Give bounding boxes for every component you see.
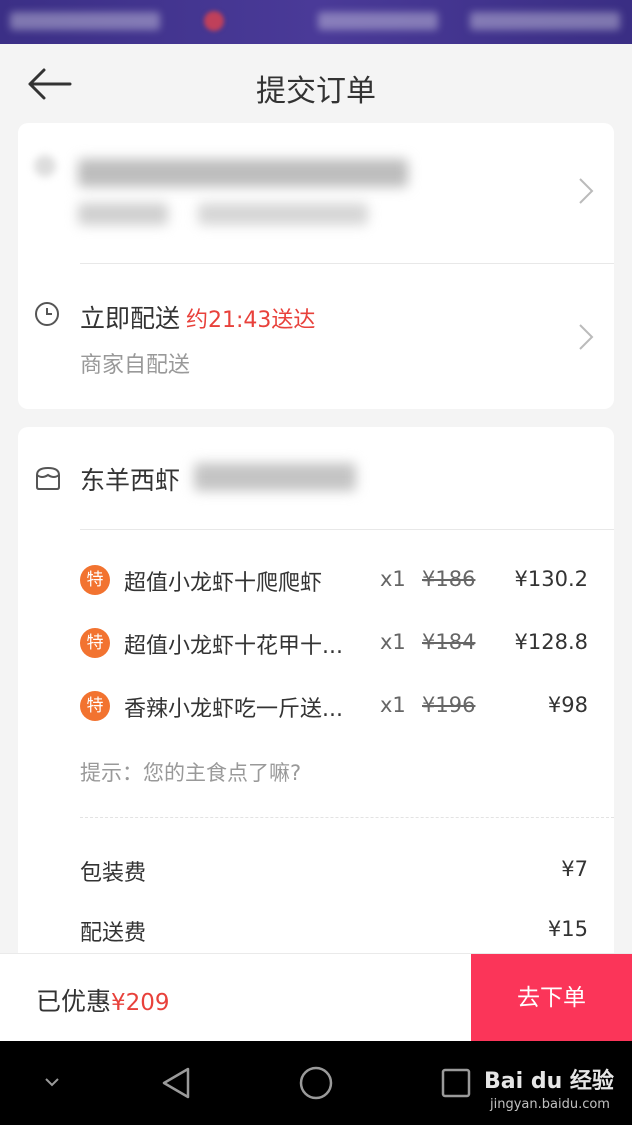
status-blur xyxy=(470,12,620,30)
watermark-brand: Bai du 经验 xyxy=(484,1069,614,1094)
item-qty: x1 xyxy=(380,693,406,717)
special-badge: 特 xyxy=(80,565,110,595)
delivery-fee-value: ¥15 xyxy=(547,917,588,941)
dashed-divider xyxy=(80,817,614,818)
item-price: ¥128.8 xyxy=(514,630,588,654)
order-card: 东羊西虾 特 超值小龙虾十爬爬虾 x1 ¥186 ¥130.2 特 超值小龙虾十… xyxy=(18,427,614,967)
delivery-sub: 商家自配送 xyxy=(80,353,191,378)
delivery-label: 立即配送 xyxy=(80,304,181,333)
status-blur xyxy=(10,12,160,30)
shop-name-redacted xyxy=(194,463,356,491)
address-card: 立即配送 约21:43送达 商家自配送 xyxy=(18,123,614,409)
bottom-bar: 已优惠¥209 去下单 xyxy=(0,953,632,1042)
status-notification-icon xyxy=(204,11,224,31)
packaging-fee-value: ¥7 xyxy=(561,857,588,881)
packaging-fee-label: 包装费 xyxy=(80,861,147,886)
page-title: 提交订单 xyxy=(256,74,376,109)
item-qty: x1 xyxy=(380,567,406,591)
location-icon xyxy=(34,155,56,177)
discount-value: ¥209 xyxy=(111,990,170,1016)
order-item: 特 香辣小龙虾吃一斤送... x1 ¥196 ¥98 xyxy=(18,687,614,727)
status-bar xyxy=(0,0,632,44)
clock-icon xyxy=(35,302,59,326)
delivery-option[interactable]: 立即配送 约21:43送达 xyxy=(80,299,315,335)
item-price: ¥130.2 xyxy=(514,567,588,591)
divider xyxy=(80,529,614,530)
special-badge: 特 xyxy=(80,691,110,721)
discount-label: 已优惠 xyxy=(36,987,112,1016)
back-nav-icon[interactable] xyxy=(160,1065,192,1101)
address-redacted[interactable] xyxy=(78,159,408,187)
item-name: 香辣小龙虾吃一斤送... xyxy=(124,697,343,722)
order-item: 特 超值小龙虾十花甲十... x1 ¥184 ¥128.8 xyxy=(18,624,614,664)
header: 提交订单 xyxy=(0,44,632,126)
item-qty: x1 xyxy=(380,630,406,654)
discount-summary: 已优惠¥209 xyxy=(36,982,170,1018)
item-name: 超值小龙虾十花甲十... xyxy=(124,634,343,659)
item-original-price: ¥186 xyxy=(422,567,476,591)
item-original-price: ¥184 xyxy=(422,630,476,654)
system-nav-bar: Bai du 经验 jingyan.baidu.com xyxy=(0,1041,632,1125)
chevron-right-icon[interactable] xyxy=(578,177,594,205)
staple-food-hint[interactable]: 提示：您的主食点了嘛? xyxy=(80,757,301,787)
home-nav-icon[interactable] xyxy=(298,1065,334,1101)
order-item: 特 超值小龙虾十爬爬虾 x1 ¥186 ¥130.2 xyxy=(18,561,614,601)
shop-name[interactable]: 东羊西虾 xyxy=(80,461,180,497)
item-price: ¥98 xyxy=(547,693,588,717)
status-blur xyxy=(318,12,438,30)
recents-nav-icon[interactable] xyxy=(440,1067,472,1099)
chevron-right-icon[interactable] xyxy=(578,323,594,351)
watermark-url: jingyan.baidu.com xyxy=(490,1097,610,1112)
delivery-eta: 约21:43送达 xyxy=(186,308,316,333)
item-original-price: ¥196 xyxy=(422,693,476,717)
submit-order-button[interactable]: 去下单 xyxy=(471,954,632,1042)
dropdown-nav-icon[interactable] xyxy=(42,1075,62,1089)
divider xyxy=(80,263,614,264)
special-badge: 特 xyxy=(80,628,110,658)
item-name: 超值小龙虾十爬爬虾 xyxy=(124,571,323,596)
delivery-fee-label: 配送费 xyxy=(80,921,147,946)
shop-icon xyxy=(36,466,60,490)
contact-name-redacted xyxy=(78,203,168,225)
contact-phone-redacted xyxy=(198,203,368,225)
